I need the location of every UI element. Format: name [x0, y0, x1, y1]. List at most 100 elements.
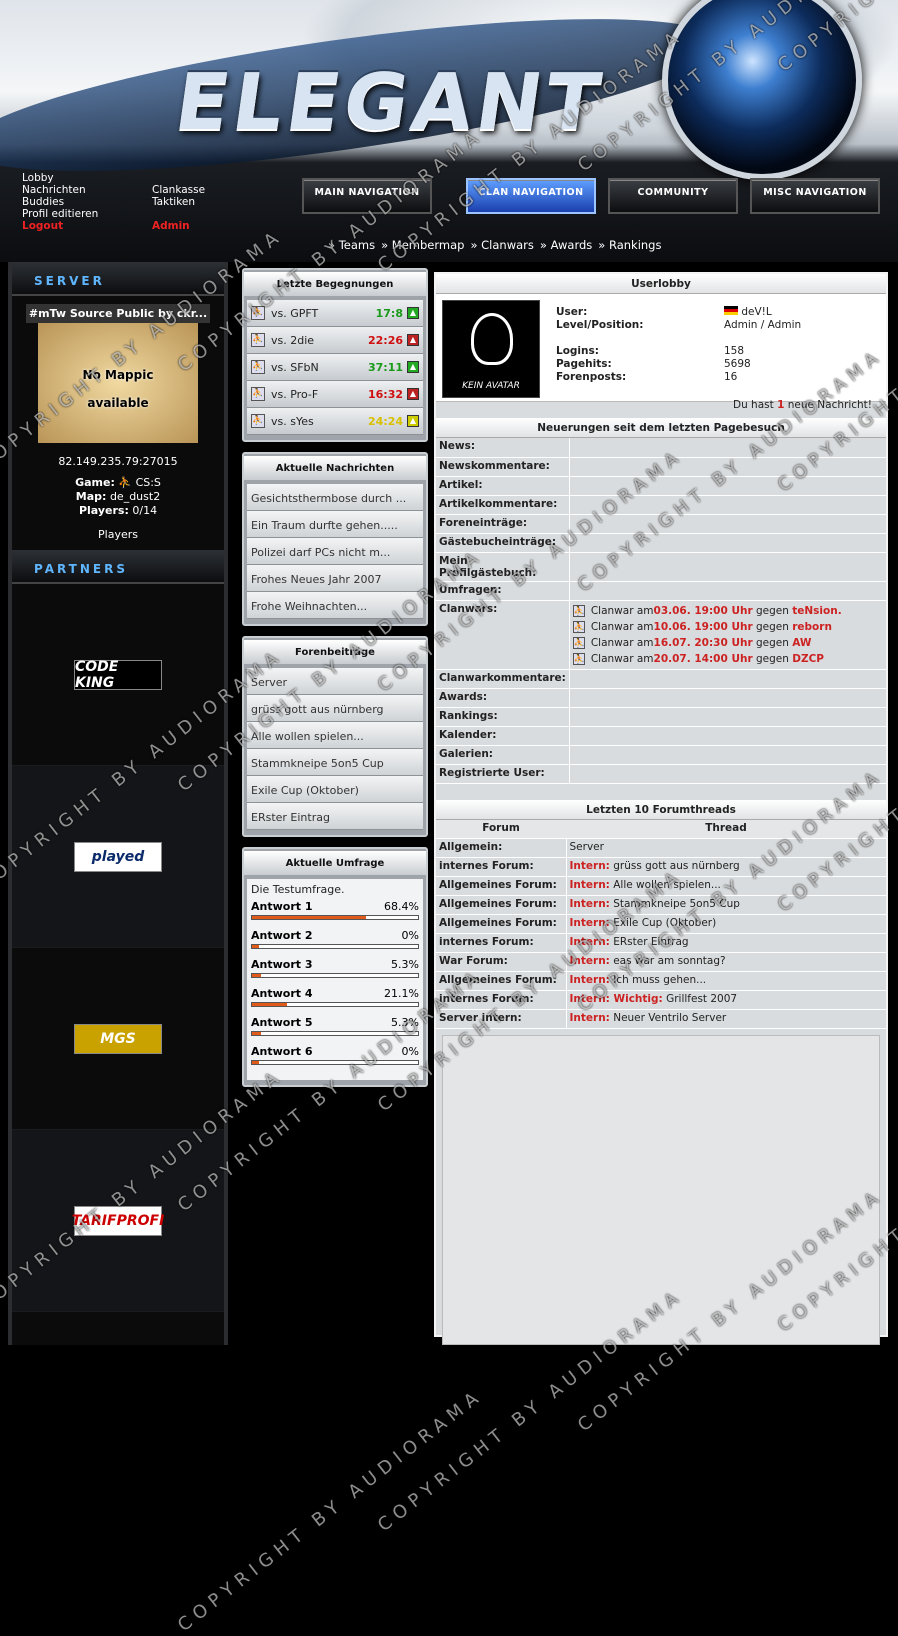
quick-link-buddies[interactable]: Buddies [22, 196, 98, 208]
quick-link-nachrichten[interactable]: Nachrichten [22, 184, 98, 196]
message-notice[interactable]: Du hast 1 neue Nachricht! [733, 399, 872, 412]
thread-row[interactable]: Allgemeines Forum: Intern: Exile Cup (Okt… [436, 914, 886, 934]
map-image: No Mappic available [38, 323, 198, 443]
thread-row[interactable]: Server intern: Intern: Neuer Ventrilo Ser… [436, 1009, 886, 1029]
thread-name: Neuer Ventrilo Server [609, 1012, 727, 1024]
forum-item[interactable]: Server [247, 668, 423, 695]
clanwar-mid: gegen [752, 620, 793, 633]
counterstrike-icon: ⛹ [251, 306, 265, 320]
thread-name: Exile Cup (Oktober) [609, 917, 717, 929]
subnav-rankings[interactable]: Rankings [598, 238, 661, 252]
nav-button-4[interactable]: MISC NAVIGATION [750, 178, 880, 214]
thread-title[interactable]: Intern: Wichtig: Grillfest 2007 [566, 990, 886, 1010]
partner-logo-1[interactable]: CODE KING [74, 659, 162, 691]
pagehits-label: Pagehits: [556, 358, 612, 370]
forum-item[interactable]: Alle wollen spielen... [247, 722, 423, 749]
thread-row[interactable]: internes Forum: Intern: grüss gott aus nü… [436, 857, 886, 877]
thread-row[interactable]: Allgemein: Server [436, 838, 886, 858]
partner-logo-3[interactable]: MGS [74, 1023, 162, 1054]
clanwar-item[interactable]: ⛹ Clanwar am 03.06. 19:00 Uhr gegen teNsi… [572, 603, 883, 619]
update-value [569, 514, 886, 534]
server-ip: 82.149.235.79:27015 [58, 455, 178, 468]
thread-row[interactable]: internes Forum: Intern: Wichtig: Grillfes… [436, 990, 886, 1010]
user-labels: User: Level/Position: Logins: Pagehits: … [556, 306, 643, 384]
quick-link-admin[interactable]: Admin [152, 220, 205, 232]
subnav-awards[interactable]: Awards [540, 238, 592, 252]
poll-answer-percent: 0% [401, 929, 419, 942]
subnav-teams[interactable]: Teams [328, 238, 375, 252]
news-item[interactable]: Frohe Weihnachten... [247, 592, 423, 619]
match-row[interactable]: ⛹ vs. GPFT 17:8 ▲ [247, 300, 423, 327]
result-indicator-icon: ▲ [407, 334, 419, 346]
quick-link-clankasse[interactable]: Clankasse [152, 184, 205, 196]
nav-button-1[interactable]: MAIN NAVIGATION [302, 178, 432, 214]
quick-link-profil-editieren[interactable]: Profil editieren [22, 208, 98, 220]
partner-logo-2[interactable]: played [74, 841, 162, 872]
thread-row[interactable]: Allgemeines Forum: Intern: Ich muss gehen… [436, 971, 886, 991]
poll-question[interactable]: Die Testumfrage. [251, 883, 419, 896]
clanwar-mid: gegen [752, 652, 793, 665]
poll-bar-fill [252, 1061, 259, 1064]
match-opponent: vs. sYes [271, 414, 314, 428]
update-row: Galerien: [436, 745, 886, 765]
thread-title[interactable]: Intern: Ich muss gehen... [566, 971, 886, 991]
news-item[interactable]: Ein Traum durfte gehen..... [247, 511, 423, 538]
col-thread: Thread [566, 819, 886, 839]
user-value[interactable]: deV!L [741, 306, 771, 318]
thread-title[interactable]: Intern: eas war am sonntag? [566, 952, 886, 972]
subnav-membermap[interactable]: Membermap [381, 238, 464, 252]
thread-row[interactable]: Allgemeines Forum: Intern: Alle wollen sp… [436, 876, 886, 896]
userlobby: KEIN AVATAR User: Level/Position: Logins… [436, 294, 886, 411]
user-values: deV!L Admin / Admin 158 5698 16 [724, 306, 801, 384]
thread-title[interactable]: Intern: Neuer Ventrilo Server [566, 1009, 886, 1029]
news-item[interactable]: Frohes Neues Jahr 2007 [247, 565, 423, 592]
clanwar-date: 10.06. 19:00 Uhr [653, 620, 753, 633]
match-row[interactable]: ⛹ vs. 2die 22:26 ▲ [247, 327, 423, 354]
clanwar-item[interactable]: ⛹ Clanwar am 16.07. 20:30 Uhr gegen AW [572, 635, 883, 651]
quick-link-lobby[interactable]: Lobby [22, 172, 98, 184]
thread-title[interactable]: Intern: Exile Cup (Oktober) [566, 914, 886, 934]
quick-link-logout[interactable]: Logout [22, 220, 98, 232]
server-heading: SERVER [12, 262, 224, 296]
update-value [569, 476, 886, 496]
news-item[interactable]: Polizei darf PCs nicht m... [247, 538, 423, 565]
players-link[interactable]: Players [26, 528, 210, 542]
server-title[interactable]: #mTw Source Public by ckr... [26, 304, 210, 323]
left-column: SERVER #mTw Source Public by ckr... No M… [8, 262, 228, 1345]
user-label: User: [556, 306, 588, 318]
partner-logo-4[interactable]: TARIFPROFI [72, 1205, 164, 1236]
forum-item[interactable]: ERster Eintrag [247, 803, 423, 830]
forum-item[interactable]: Exile Cup (Oktober) [247, 776, 423, 803]
quick-link-taktiken[interactable]: Taktiken [152, 196, 205, 208]
thread-title[interactable]: Intern: ERster Eintrag [566, 933, 886, 953]
thread-row[interactable]: War Forum: Intern: eas war am sonntag? [436, 952, 886, 972]
thread-title[interactable]: Intern: Stammkneipe 5on5 Cup [566, 895, 886, 915]
forum-item[interactable]: Stammkneipe 5on5 Cup [247, 749, 423, 776]
matches-title: Letzte Begegnungen [244, 272, 426, 296]
poll-bar-fill [252, 1003, 288, 1006]
forum-item[interactable]: grüss gott aus nürnberg [247, 695, 423, 722]
news-item[interactable]: Gesichtsthermbose durch ... [247, 484, 423, 511]
match-row[interactable]: ⛹ vs. Pro-F 16:32 ▲ [247, 381, 423, 408]
subnav-clanwars[interactable]: Clanwars [470, 238, 533, 252]
clanwar-team: reborn [792, 620, 832, 633]
clanwar-item[interactable]: ⛹ Clanwar am 20.07. 14:00 Uhr gegen DZCP [572, 651, 883, 667]
nav-button-3[interactable]: COMMUNITY [608, 178, 738, 214]
thread-title[interactable]: Server [566, 838, 886, 858]
thread-forum: Allgemeines Forum: [436, 914, 567, 934]
match-row[interactable]: ⛹ vs. SFbN 37:11 ▲ [247, 354, 423, 381]
counterstrike-icon: ⛹ [572, 636, 586, 649]
site-logo[interactable]: ELEGANT [170, 58, 610, 148]
clanwar-item[interactable]: ⛹ Clanwar am 10.06. 19:00 Uhr gegen rebor… [572, 619, 883, 635]
thread-title[interactable]: Intern: grüss gott aus nürnberg [566, 857, 886, 877]
thread-forum: War Forum: [436, 952, 567, 972]
thread-row[interactable]: Allgemeines Forum: Intern: Stammkneipe 5o… [436, 895, 886, 915]
poll-title: Aktuelle Umfrage [244, 851, 426, 875]
thread-title[interactable]: Intern: Alle wollen spielen... [566, 876, 886, 896]
match-row[interactable]: ⛹ vs. sYes 24:24 ▲ [247, 408, 423, 435]
thread-row[interactable]: internes Forum: Intern: ERster Eintrag [436, 933, 886, 953]
threads-title: Letzten 10 Forumthreads [436, 799, 886, 820]
watermark-text: COPYRIGHT BY AUDIORAMA [173, 1384, 488, 1636]
poll-bar-fill [252, 916, 366, 919]
nav-button-2[interactable]: CLAN NAVIGATION [466, 178, 596, 214]
